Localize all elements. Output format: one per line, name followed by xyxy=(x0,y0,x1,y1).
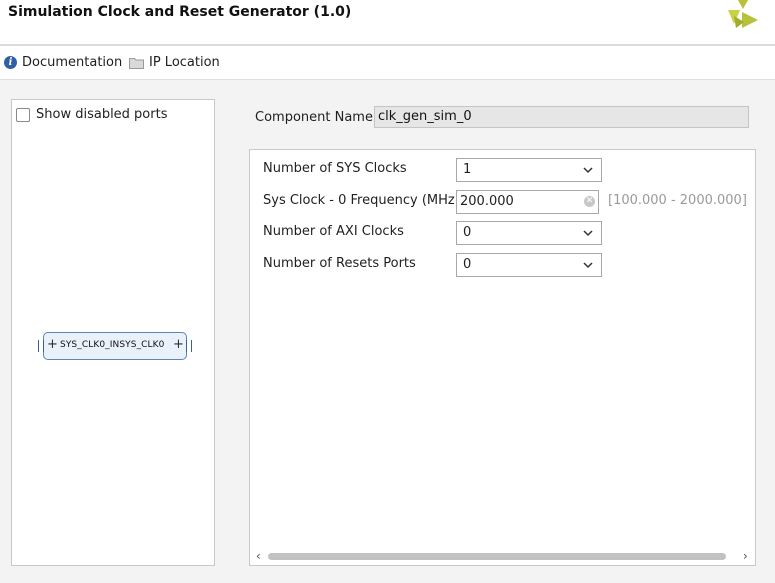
horizontal-scrollbar[interactable]: ‹ › xyxy=(254,550,751,563)
sys-clocks-value: 1 xyxy=(463,162,472,177)
sys-clock-frequency-value: 200.000 xyxy=(460,194,514,209)
input-pin xyxy=(38,340,44,352)
component-name-input[interactable]: clk_gen_sim_0 xyxy=(374,106,749,128)
ip-location-label: IP Location xyxy=(149,55,220,70)
expand-output-icon[interactable]: + xyxy=(173,337,184,353)
resets-ports-value: 0 xyxy=(463,257,472,272)
chevron-down-icon xyxy=(583,167,593,174)
clear-icon[interactable]: ✕ xyxy=(584,196,595,207)
sys-clocks-label: Number of SYS Clocks xyxy=(263,161,407,176)
component-name-row: Component Name clk_gen_sim_0 xyxy=(255,106,749,128)
resets-ports-select[interactable]: 0 xyxy=(456,253,602,277)
show-disabled-ports-checkbox[interactable] xyxy=(16,107,30,122)
sys-clock-frequency-input[interactable]: 200.000 ✕ xyxy=(456,190,599,214)
resets-ports-label: Number of Resets Ports xyxy=(263,256,416,271)
dialog-header: Simulation Clock and Reset Generator (1.… xyxy=(0,0,775,46)
info-icon: i xyxy=(4,56,17,69)
show-disabled-ports-label: Show disabled ports xyxy=(36,107,168,122)
ip-location-link[interactable]: IP Location xyxy=(129,55,220,70)
chevron-down-icon xyxy=(583,230,593,237)
dialog-title: Simulation Clock and Reset Generator (1.… xyxy=(8,4,352,20)
port-in-label: SYS_CLK0_IN xyxy=(60,340,120,350)
axi-clocks-select[interactable]: 0 xyxy=(456,221,602,245)
documentation-label: Documentation xyxy=(22,55,123,70)
axi-clocks-value: 0 xyxy=(463,225,472,240)
scroll-right-icon[interactable]: › xyxy=(743,550,748,563)
toolbar: i Documentation IP Location xyxy=(0,46,775,80)
port-out-label: SYS_CLK0 xyxy=(119,340,165,350)
chevron-down-icon xyxy=(583,262,593,269)
sys-clocks-select[interactable]: 1 xyxy=(456,158,602,182)
scroll-left-icon[interactable]: ‹ xyxy=(256,550,261,563)
folder-icon xyxy=(129,57,144,69)
configuration-panel: Number of SYS Clocks 1 Sys Clock - 0 Fre… xyxy=(249,149,756,566)
sys-clock-frequency-label: Sys Clock - 0 Frequency (MHz) xyxy=(263,193,460,208)
show-disabled-ports-toggle[interactable]: Show disabled ports xyxy=(16,107,167,122)
symbol-panel: Show disabled ports + SYS_CLK0_INSYS_CLK… xyxy=(11,99,215,566)
scrollbar-thumb[interactable] xyxy=(268,553,726,560)
documentation-link[interactable]: i Documentation xyxy=(4,55,122,70)
ip-symbol-block[interactable]: + SYS_CLK0_INSYS_CLK0 + xyxy=(38,332,192,360)
port-labels: SYS_CLK0_INSYS_CLK0 xyxy=(60,340,165,350)
component-name-label: Component Name xyxy=(255,109,373,125)
axi-clocks-label: Number of AXI Clocks xyxy=(263,224,404,239)
logo-icon xyxy=(728,0,758,28)
frequency-range-hint: [100.000 - 2000.000] xyxy=(608,193,747,208)
output-pin xyxy=(186,340,192,352)
expand-input-icon[interactable]: + xyxy=(47,337,58,353)
